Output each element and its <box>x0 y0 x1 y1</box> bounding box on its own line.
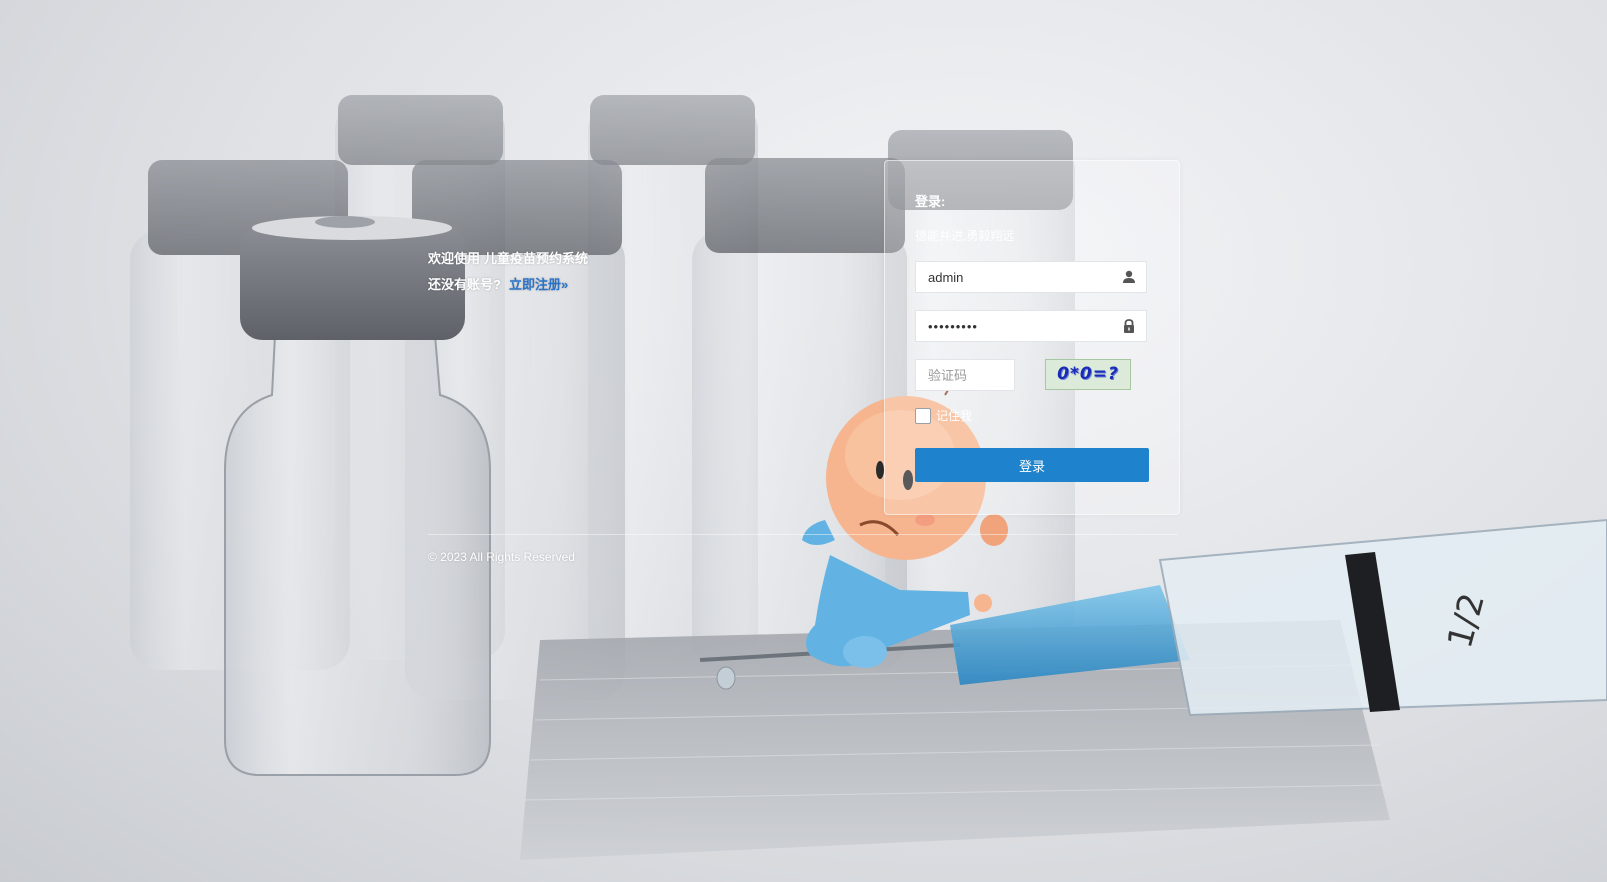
remember-checkbox[interactable] <box>915 407 931 424</box>
footer-divider <box>428 534 1178 535</box>
password-input[interactable] <box>916 311 1130 341</box>
password-field <box>915 310 1147 342</box>
captcha-input[interactable] <box>916 360 1016 390</box>
remember-row: 记住我 <box>915 407 972 425</box>
login-page: 1/2 欢迎使用 儿童疫苗预约系统 还没有账号? 立即注册» 登录: 德能并进,… <box>0 0 1607 882</box>
register-line: 还没有账号? 立即注册» <box>428 272 588 298</box>
no-account-prompt: 还没有账号? <box>428 277 501 292</box>
lock-icon <box>1124 319 1134 333</box>
login-panel: 登录: 德能并进,勇毅翔远 0*0=? 记住我 登录 <box>884 160 1180 515</box>
login-subtitle: 德能并进,勇毅翔远 <box>915 229 1015 243</box>
remember-label: 记住我 <box>936 409 973 424</box>
username-input[interactable] <box>916 262 1130 292</box>
user-icon <box>1123 270 1135 283</box>
system-name: 儿童疫苗预约系统 <box>484 251 589 266</box>
login-title: 登录: <box>915 194 946 209</box>
captcha-field <box>915 359 1016 391</box>
username-field <box>915 261 1147 293</box>
welcome-block: 欢迎使用 儿童疫苗预约系统 还没有账号? 立即注册» <box>428 246 588 298</box>
welcome-line: 欢迎使用 儿童疫苗预约系统 <box>428 246 588 272</box>
background-illustration: 1/2 <box>130 95 1607 860</box>
login-button[interactable]: 登录 <box>915 448 1149 482</box>
captcha-image[interactable]: 0*0=? <box>1045 359 1131 390</box>
register-link[interactable]: 立即注册» <box>509 277 568 292</box>
copyright-text: © 2023 All Rights Reserved <box>428 550 575 564</box>
welcome-greeting: 欢迎使用 <box>428 251 481 266</box>
vial-front <box>224 216 491 776</box>
